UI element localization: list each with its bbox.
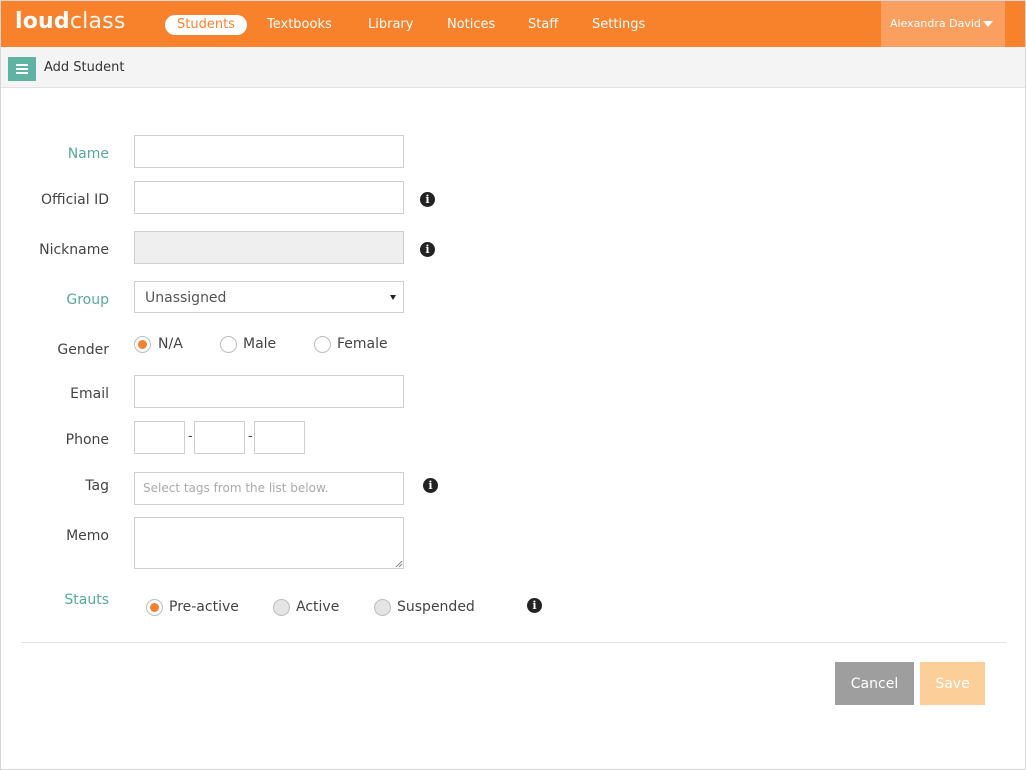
form-divider <box>21 642 1007 643</box>
nickname-input <box>134 231 404 264</box>
logo-light-text: class <box>69 9 126 34</box>
status-radio-active[interactable] <box>273 599 290 616</box>
cancel-button[interactable]: Cancel <box>835 662 914 705</box>
gender-radio-male[interactable] <box>220 336 237 353</box>
hamburger-menu-icon[interactable] <box>8 57 36 81</box>
group-select[interactable]: Unassigned <box>134 281 404 313</box>
email-input[interactable] <box>134 375 404 408</box>
group-selected-value: Unassigned <box>145 290 227 306</box>
user-menu[interactable]: Alexandra David <box>881 1 1005 47</box>
resize-grip-icon[interactable] <box>395 560 403 568</box>
gender-option-na-label: N/A <box>158 336 183 352</box>
phone-separator: - <box>188 429 193 444</box>
dropdown-arrow-icon <box>390 295 396 300</box>
nav-item-staff[interactable]: Staff <box>528 15 558 35</box>
nickname-info-icon[interactable]: i <box>420 242 435 257</box>
nav-item-settings[interactable]: Settings <box>592 15 645 35</box>
logo-bold-text: loud <box>15 9 70 34</box>
status-label: Stauts <box>64 592 109 608</box>
official-id-label: Official ID <box>41 192 109 208</box>
status-radio-suspended[interactable] <box>374 599 391 616</box>
nav-item-notices[interactable]: Notices <box>447 15 495 35</box>
phone-label: Phone <box>65 432 109 448</box>
top-nav-bar: loudclass Students Textbooks Library Not… <box>1 1 1025 47</box>
official-id-input[interactable] <box>134 181 404 214</box>
status-radio-pre-active[interactable] <box>146 599 163 616</box>
official-id-info-icon[interactable]: i <box>420 192 435 207</box>
gender-radio-na[interactable] <box>134 336 151 353</box>
phone-prefix-input[interactable] <box>194 421 245 454</box>
nav-item-library[interactable]: Library <box>368 15 413 35</box>
gender-option-female-label: Female <box>337 336 388 352</box>
user-name: Alexandra David <box>890 17 981 30</box>
nickname-label: Nickname <box>39 242 109 258</box>
gender-option-male-label: Male <box>243 336 277 352</box>
page-header-bar: Add Student <box>1 47 1025 88</box>
status-option-active-label: Active <box>296 599 340 615</box>
tag-label: Tag <box>85 478 109 494</box>
status-option-suspended-label: Suspended <box>397 599 475 615</box>
status-option-pre-active-label: Pre-active <box>169 599 239 615</box>
nav-item-students[interactable]: Students <box>165 15 247 35</box>
loudclass-logo[interactable]: loudclass <box>15 9 126 34</box>
gender-label: Gender <box>57 342 109 358</box>
phone-separator: - <box>248 429 253 444</box>
email-label: Email <box>70 386 109 402</box>
page-title: Add Student <box>44 60 125 75</box>
tag-input[interactable] <box>134 472 404 505</box>
memo-textarea[interactable] <box>134 517 404 569</box>
phone-area-input[interactable] <box>134 421 185 454</box>
phone-line-input[interactable] <box>254 421 305 454</box>
memo-label: Memo <box>66 528 109 544</box>
name-label: Name <box>67 146 109 162</box>
gender-radio-female[interactable] <box>314 336 331 353</box>
nav-item-textbooks[interactable]: Textbooks <box>267 15 332 35</box>
status-info-icon[interactable]: i <box>527 598 542 613</box>
app-window: loudclass Students Textbooks Library Not… <box>0 0 1026 770</box>
group-label: Group <box>66 292 109 308</box>
save-button[interactable]: Save <box>920 662 985 705</box>
tag-info-icon[interactable]: i <box>423 478 438 493</box>
name-input[interactable] <box>134 135 404 168</box>
caret-down-icon <box>983 21 993 27</box>
